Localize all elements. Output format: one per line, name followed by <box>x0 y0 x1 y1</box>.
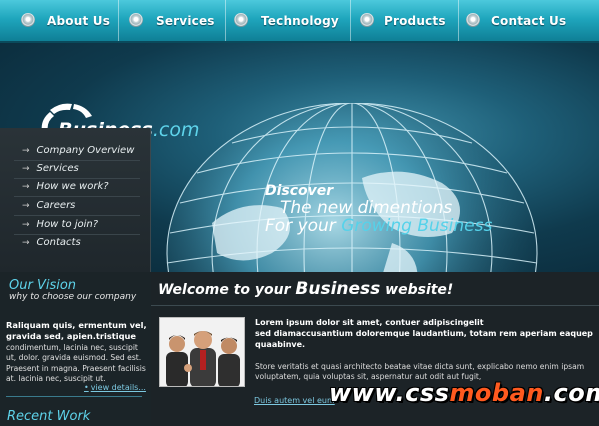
top-navigation: About Us Services Technology Products Co… <box>0 0 599 43</box>
welcome-highlight: Business <box>295 279 381 299</box>
nav-divider <box>225 0 226 41</box>
vision-lead-line-2: gravida sed, apien.tristique <box>6 331 137 342</box>
nav-about-us[interactable]: About Us <box>47 0 110 41</box>
menu-divider <box>14 215 140 216</box>
arrow-right-icon: → <box>22 145 30 156</box>
vision-title: Our Vision <box>9 278 77 293</box>
menu-item-label: Company Overview <box>36 145 135 156</box>
slogan-line-3: For your Growing Business <box>265 216 492 236</box>
menu-item-how-to-join[interactable]: → How to join? <box>22 219 98 230</box>
arrow-right-icon: → <box>22 200 30 211</box>
welcome-suffix: website! <box>380 282 454 298</box>
welcome-prefix: Welcome to your <box>158 282 296 298</box>
nav-technology[interactable]: Technology <box>261 0 339 41</box>
menu-divider <box>14 160 140 161</box>
watermark: www.cssmoban.com <box>329 379 599 407</box>
nav-bullet-icon <box>234 13 248 27</box>
menu-item-label: Services <box>36 163 79 174</box>
view-details-link[interactable]: • view details... <box>84 383 146 392</box>
vision-lead-line-1: Raliquam quis, ermentum vel, <box>6 320 147 330</box>
menu-item-label: Contacts <box>36 237 81 248</box>
nav-products[interactable]: Products <box>384 0 446 41</box>
watermark-highlight: moban <box>449 379 544 407</box>
arrow-right-icon: → <box>22 163 30 174</box>
view-details-label: view details... <box>90 383 146 392</box>
team-photo <box>159 317 245 387</box>
content-divider <box>151 305 599 306</box>
arrow-right-icon: → <box>22 181 30 192</box>
vision-subtitle: why to choose our company <box>9 292 137 302</box>
nav-bullet-icon <box>129 13 143 27</box>
menu-item-contacts[interactable]: → Contacts <box>22 237 81 248</box>
slogan-line-2: The new dimentions <box>280 198 453 218</box>
sidebar-divider <box>6 396 142 397</box>
menu-item-label: How we work? <box>36 181 109 192</box>
logo-suffix: .com <box>152 119 200 141</box>
bullet-icon: • <box>84 383 89 392</box>
arrow-right-icon: → <box>22 219 30 230</box>
watermark-prefix: www.css <box>329 379 450 407</box>
nav-bullet-icon <box>360 13 374 27</box>
slogan-highlight: Growing Business <box>341 216 493 236</box>
read-more-link[interactable]: Duis autem vel eum <box>254 396 335 405</box>
intro-text: Lorem ipsum dolor sit amet, contuer adip… <box>255 317 595 350</box>
slogan-line-1: Discover <box>265 183 334 199</box>
menu-item-how-we-work[interactable]: → How we work? <box>22 181 109 192</box>
intro-line-2: sed diamaccusantium doloremque laudantiu… <box>255 329 593 349</box>
side-menu: → Company Overview → Services → How we work… <box>0 128 151 272</box>
menu-item-careers[interactable]: → Careers <box>22 200 75 211</box>
nav-bullet-icon <box>466 13 480 27</box>
menu-divider <box>14 178 140 179</box>
nav-bullet-icon <box>21 13 35 27</box>
arrow-right-icon: → <box>22 237 30 248</box>
nav-divider <box>118 0 119 41</box>
menu-item-services[interactable]: → Services <box>22 163 79 174</box>
menu-item-label: Careers <box>36 200 76 211</box>
nav-contact-us[interactable]: Contact Us <box>491 0 566 41</box>
slogan-prefix: For your <box>265 216 342 236</box>
recent-work-title: Recent Work <box>7 409 91 424</box>
nav-services[interactable]: Services <box>156 0 215 41</box>
menu-item-label: How to join? <box>36 219 99 230</box>
menu-divider <box>14 234 140 235</box>
menu-divider <box>14 196 140 197</box>
watermark-suffix: .com <box>543 379 599 407</box>
menu-item-company-overview[interactable]: → Company Overview <box>22 145 134 156</box>
nav-divider <box>350 0 351 41</box>
globe-illustration <box>166 103 538 272</box>
vision-text: Raliquam quis, ermentum vel, gravida sed… <box>6 320 148 384</box>
welcome-heading: Welcome to your Business website! <box>158 279 453 299</box>
vision-body: condimentum, lacinia nec, suscipit ut, d… <box>6 342 146 384</box>
nav-divider <box>458 0 459 41</box>
intro-line-1: Lorem ipsum dolor sit amet, contuer adip… <box>255 318 484 327</box>
